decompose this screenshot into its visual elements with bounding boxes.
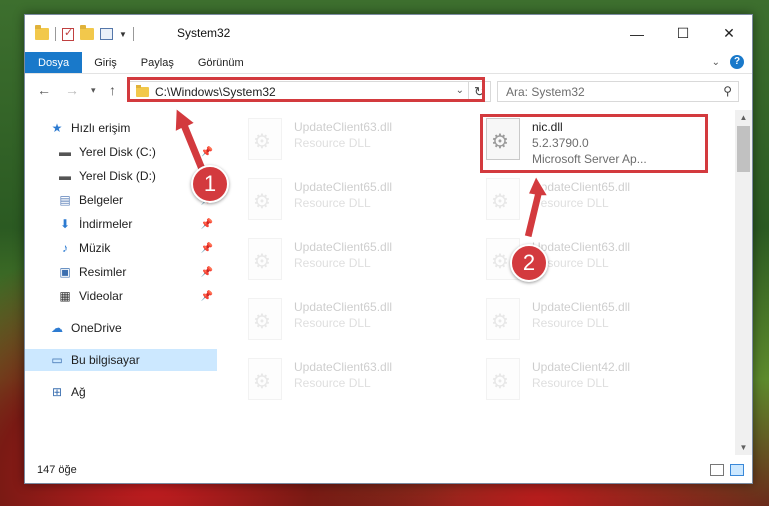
step-marker-2: 2 (510, 244, 548, 282)
arrow-1 (174, 106, 208, 174)
step-marker-1: 1 (191, 165, 229, 203)
annotation-arrows (174, 106, 550, 239)
arrow-2 (523, 174, 550, 239)
